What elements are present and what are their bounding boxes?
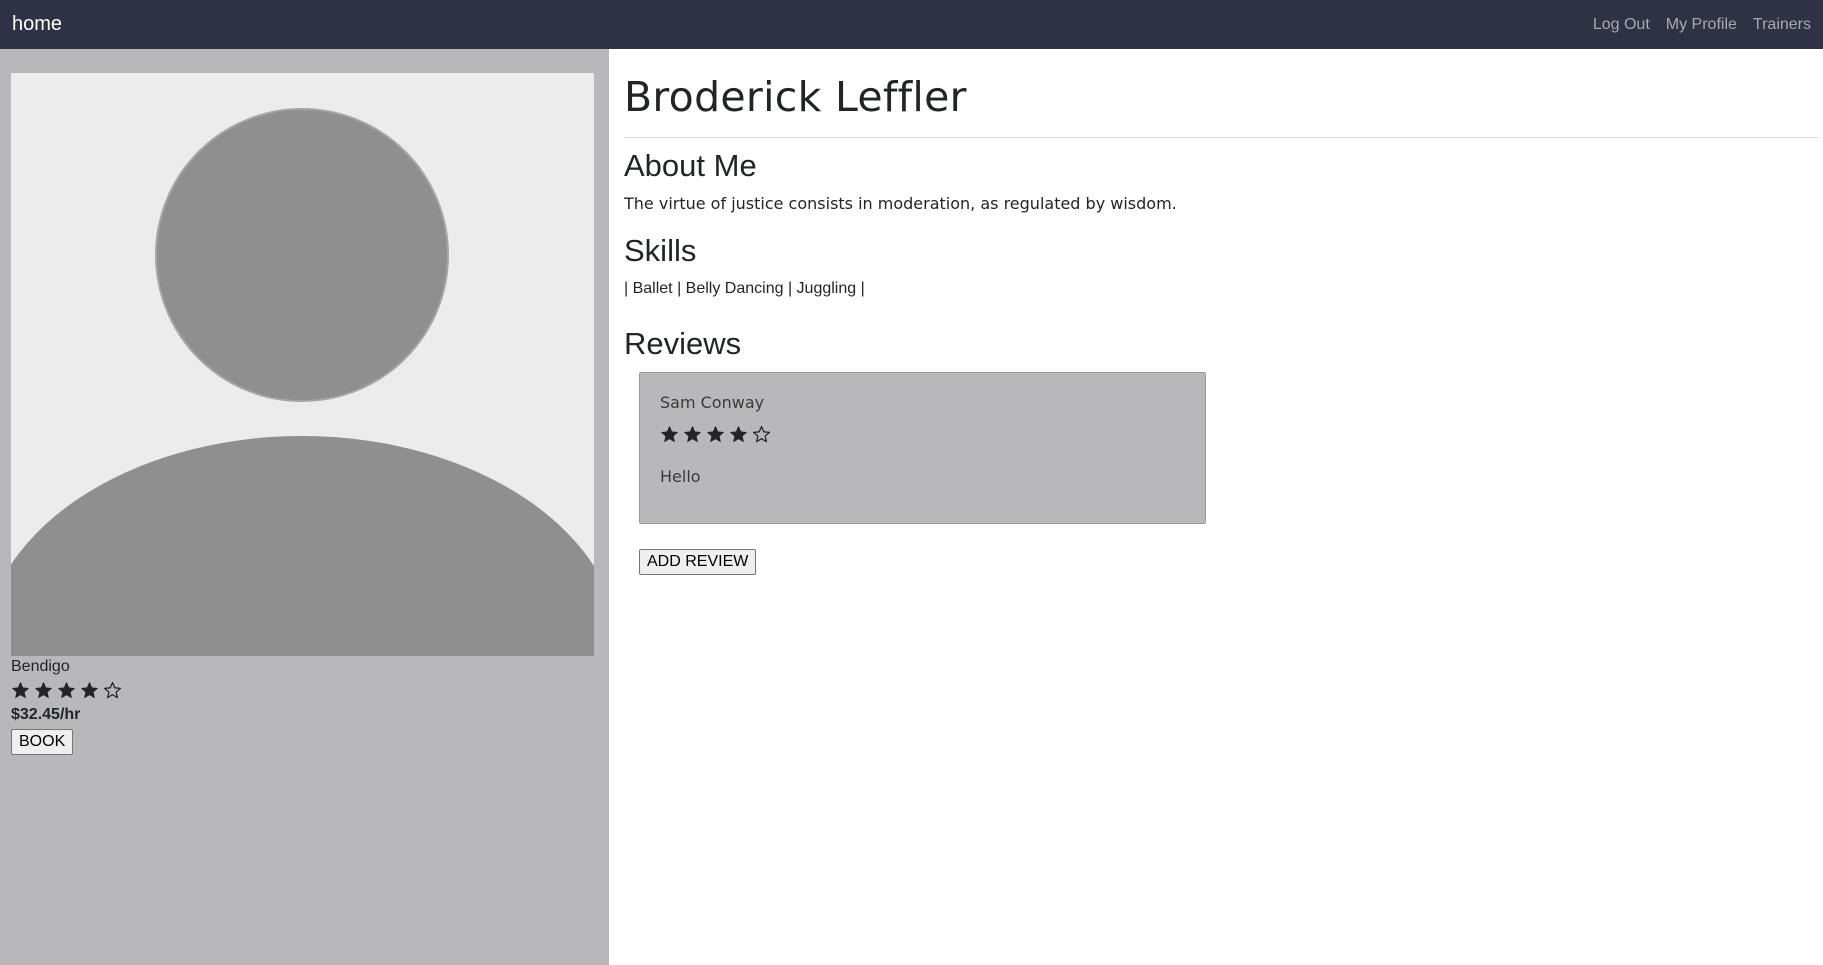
star-filled-icon: [730, 426, 747, 443]
page-title: Broderick Leffler: [624, 73, 967, 121]
nav-log-out[interactable]: Log Out: [1593, 16, 1650, 34]
add-review-button[interactable]: ADD REVIEW: [639, 549, 757, 575]
star-filled-icon: [81, 682, 98, 699]
trainer-profile-main: Broderick Leffler About Me The virtue of…: [624, 49, 1819, 965]
trainer-sidebar: Bendigo $32.45/hr BOOK: [0, 49, 609, 965]
about-heading: About Me: [624, 148, 757, 183]
star-filled-icon: [661, 426, 678, 443]
star-filled-icon: [12, 682, 29, 699]
about-text: The virtue of justice consists in modera…: [624, 194, 1177, 213]
book-button[interactable]: BOOK: [11, 729, 74, 755]
trainer-rate: $32.45/hr: [11, 706, 81, 723]
nav-my-profile[interactable]: My Profile: [1666, 16, 1737, 34]
trainer-rating: [11, 681, 122, 700]
title-divider: [624, 137, 1819, 138]
nav-links: Log Out My Profile Trainers: [1593, 16, 1811, 34]
reviews-heading: Reviews: [624, 326, 742, 361]
skills-list: | Ballet | Belly Dancing | Juggling |: [624, 280, 865, 297]
top-navbar: home Log Out My Profile Trainers: [0, 0, 1823, 49]
review-rating: [660, 425, 771, 444]
star-outline-icon: [752, 425, 771, 443]
star-filled-icon: [58, 682, 75, 699]
home-link[interactable]: home: [12, 13, 62, 36]
star-filled-icon: [35, 682, 52, 699]
star-filled-icon: [707, 426, 724, 443]
default-avatar-icon: [11, 73, 594, 656]
star-outline-icon: [103, 681, 122, 699]
review-author: Sam Conway: [660, 393, 765, 412]
star-filled-icon: [684, 426, 701, 443]
review-card: Sam Conway Hello: [639, 372, 1206, 524]
trainer-location: Bendigo: [11, 658, 70, 675]
skills-heading: Skills: [624, 233, 697, 268]
nav-trainers[interactable]: Trainers: [1753, 16, 1811, 34]
review-text: Hello: [660, 467, 701, 486]
